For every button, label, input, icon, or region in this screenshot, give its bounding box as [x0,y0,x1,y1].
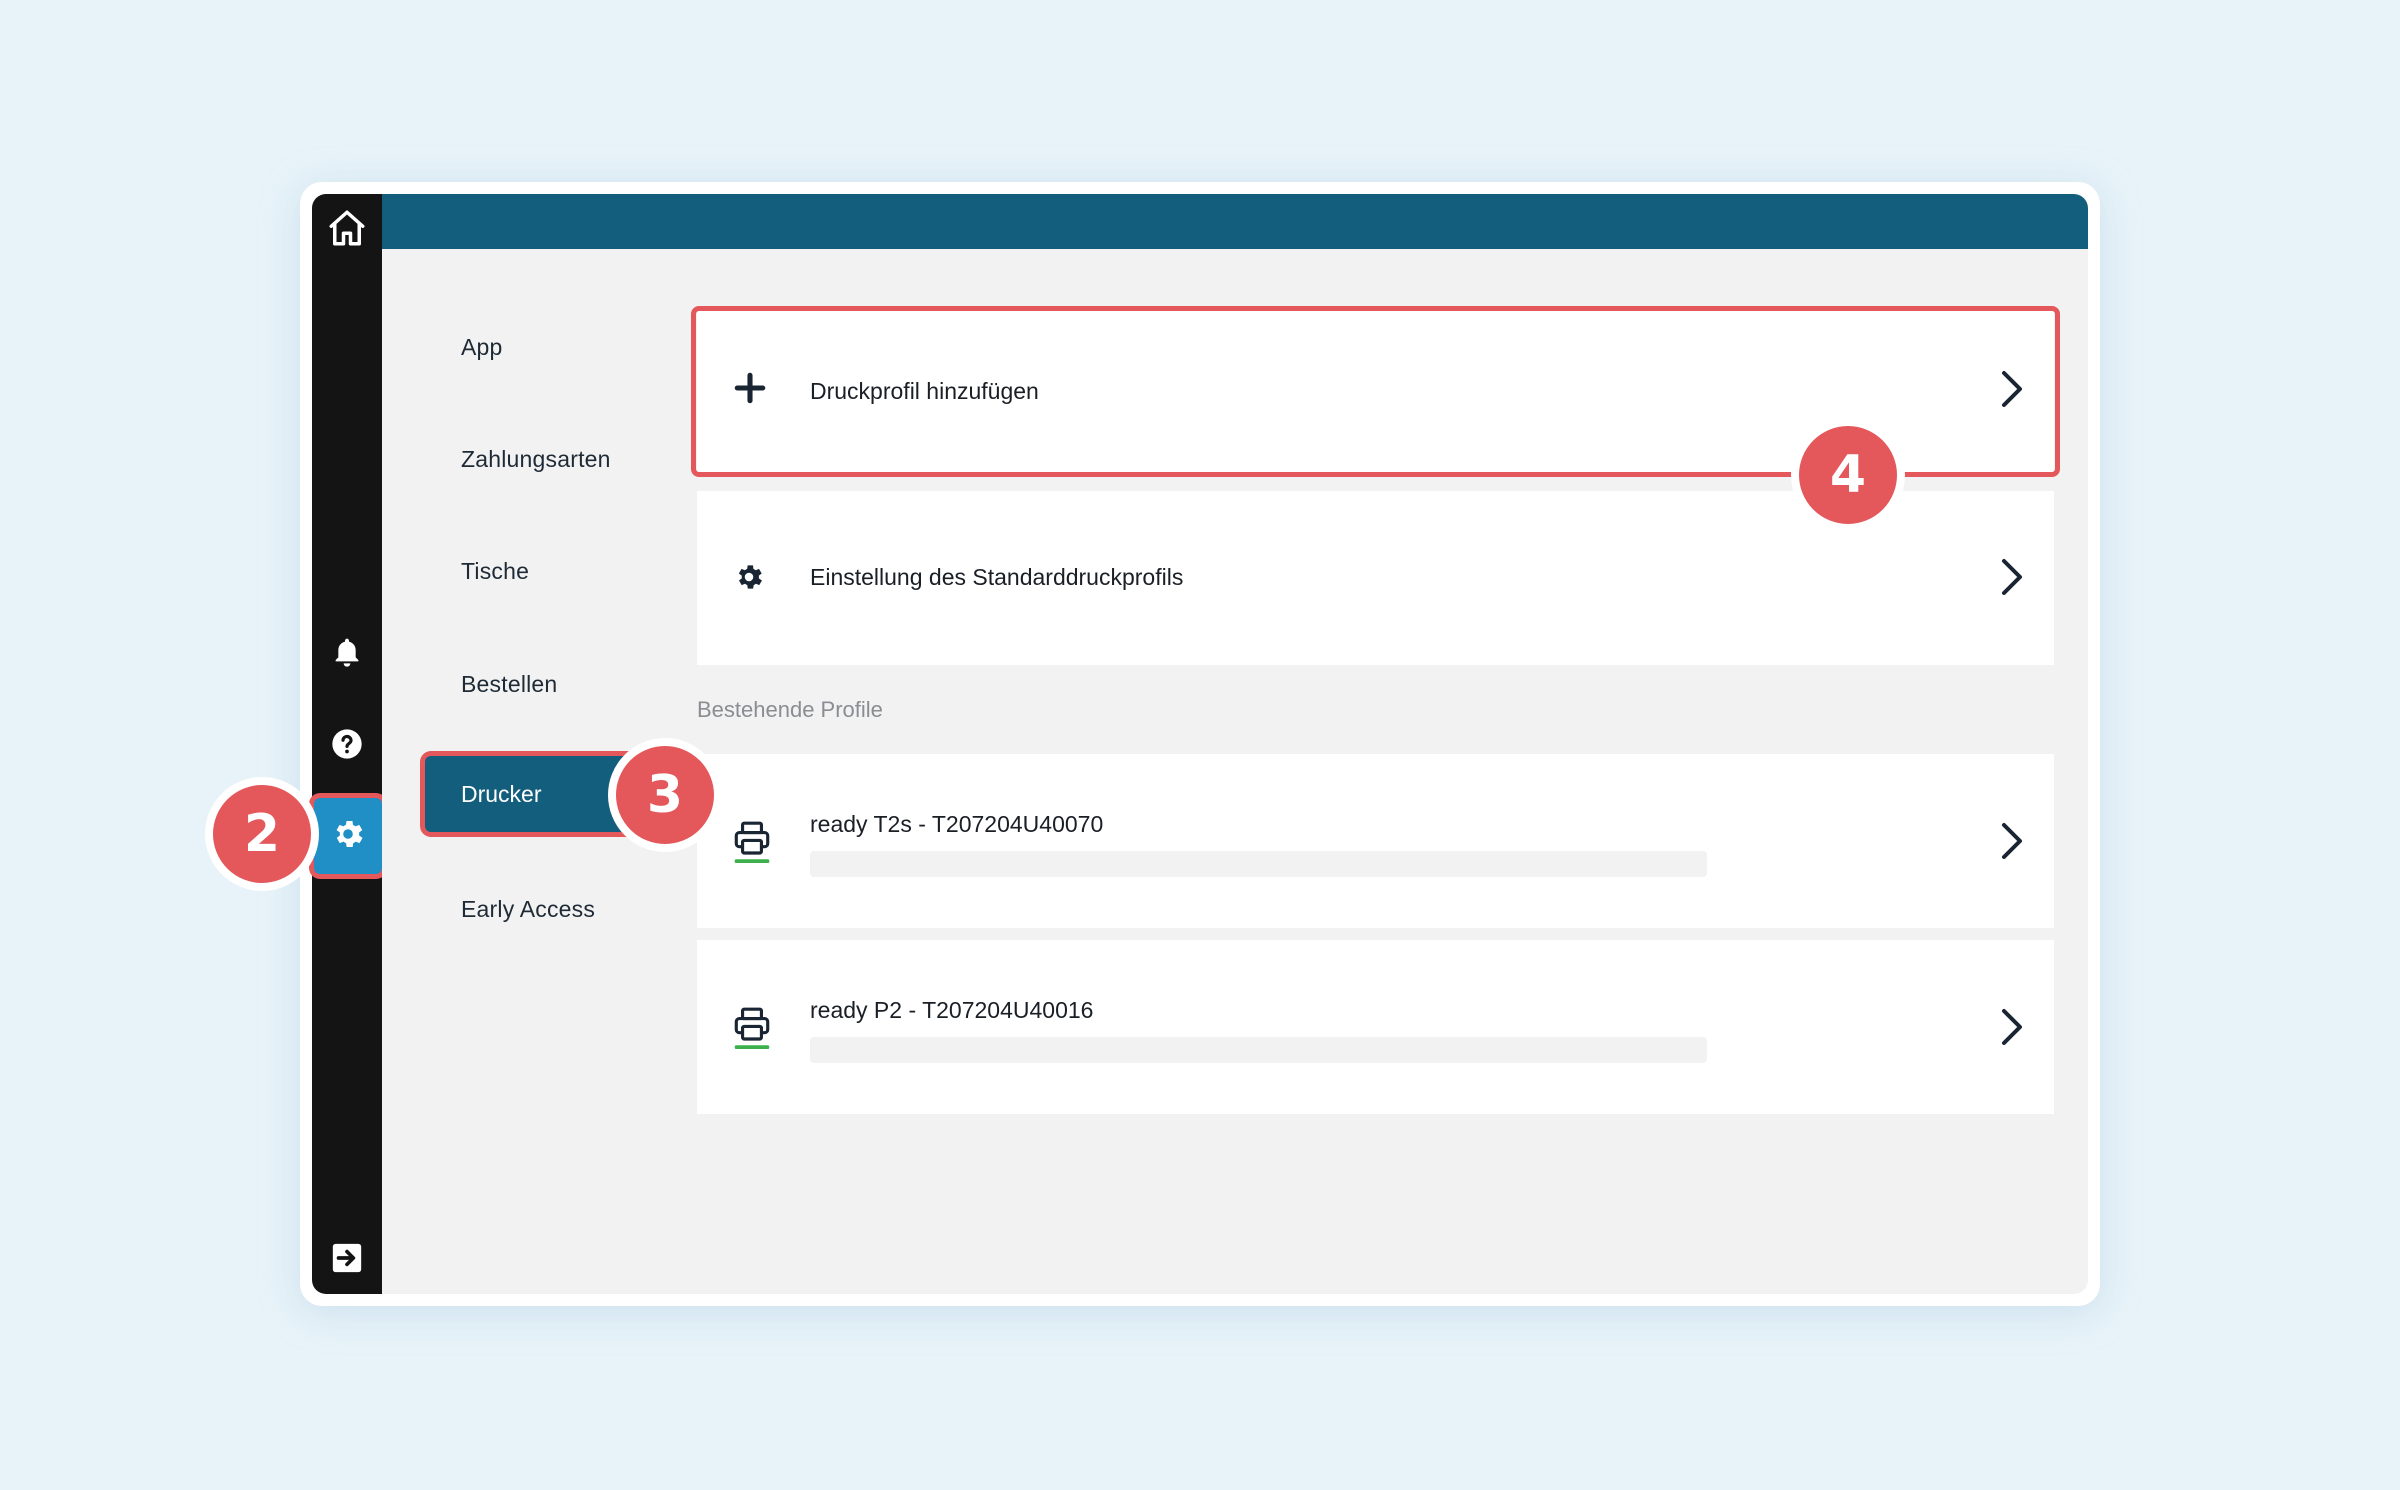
step-badge-2-number: 2 [243,804,281,864]
step-badge-4: 4 [1791,418,1905,532]
step-badge-2: 2 [205,777,319,891]
home-icon[interactable] [312,200,382,256]
nav-item-zahlungsarten[interactable]: Zahlungsarten [461,439,611,479]
sidebar [312,194,382,1294]
top-bar [382,194,2088,249]
nav-item-app[interactable]: App [461,327,503,367]
printer-profile-name: ready T2s - T207204U40070 [810,811,1104,837]
bell-icon[interactable] [312,624,382,680]
nav-item-bestellen[interactable]: Bestellen [461,664,557,704]
chevron-right-icon [2000,557,2024,602]
step-badge-4-number: 4 [1829,445,1867,505]
step-badge-3-number: 3 [646,765,684,825]
printer-profile-name: ready P2 - T207204U40016 [810,997,1094,1023]
printer-status-bar [810,1037,1707,1063]
chevron-right-icon [2000,1007,2024,1052]
existing-profiles-heading: Bestehende Profile [697,697,883,722]
nav-item-drucker-label: Drucker [461,781,542,807]
nav-item-early-access[interactable]: Early Access [461,889,595,929]
settings-sidebar-button[interactable] [314,798,382,874]
printer-profile-row[interactable]: ready T2s - T207204U40070 [697,754,2054,928]
gear-icon [330,816,366,857]
chevron-right-icon [2000,821,2024,866]
step-badge-3: 3 [608,738,722,852]
printer-icon [733,1006,771,1050]
default-print-profile-label: Einstellung des Standarddruckprofils [810,564,1184,590]
help-icon[interactable] [312,716,382,772]
printer-icon [733,820,771,864]
gear-icon [733,561,765,593]
nav-item-tische[interactable]: Tische [461,551,529,591]
printer-status-bar [810,851,1707,877]
nav-item-drucker[interactable]: Drucker [425,756,635,832]
printer-profile-row[interactable]: ready P2 - T207204U40016 [697,940,2054,1114]
logout-icon[interactable] [312,1230,382,1286]
